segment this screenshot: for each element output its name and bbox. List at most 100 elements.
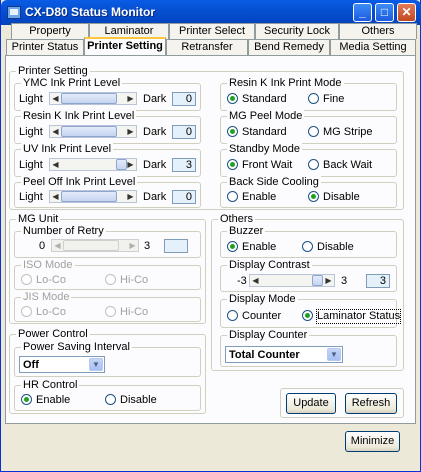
mg-peel-standard-radio[interactable] (227, 126, 238, 137)
slider-thumb[interactable] (312, 275, 323, 286)
display-mode-counter-label[interactable]: Counter (242, 310, 281, 323)
hr-enable-label[interactable]: Enable (36, 394, 70, 407)
display-mode-group: Display Mode Counter Laminator Status (220, 293, 402, 328)
power-saving-select[interactable]: Off ▼ (19, 356, 105, 373)
iso-loco-radio[interactable] (21, 274, 32, 285)
arrow-right-icon[interactable]: ▶ (125, 191, 136, 202)
buzzer-disable-radio[interactable] (302, 241, 313, 252)
maximize-window-button[interactable]: □ (375, 3, 394, 22)
cooling-enable-label[interactable]: Enable (242, 191, 276, 204)
light-label: Light (19, 93, 43, 105)
tab-bend-remedy[interactable]: Bend Remedy (248, 39, 330, 55)
ymc-level-slider[interactable]: ◀ ▶ (49, 92, 137, 105)
resin-mode-standard-label[interactable]: Standard (242, 93, 287, 106)
standby-mode-label: Standby Mode (227, 143, 302, 155)
resin-mode-fine-radio[interactable] (308, 93, 319, 104)
action-buttons-group: Update Refresh (280, 388, 404, 418)
hr-enable-radio[interactable] (21, 394, 32, 405)
tab-retransfer[interactable]: Retransfer (166, 39, 248, 55)
chevron-down-icon[interactable]: ▼ (89, 358, 103, 371)
jis-loco-radio[interactable] (21, 306, 32, 317)
display-counter-label: Display Counter (227, 329, 310, 341)
tab-others[interactable]: Others (339, 23, 417, 39)
mg-peel-stripe-radio[interactable] (308, 126, 319, 137)
slider-thumb[interactable] (61, 93, 117, 104)
window-title: CX-D80 Status Monitor (25, 5, 156, 19)
cooling-enable-radio[interactable] (227, 191, 238, 202)
ymc-level-group: YMC Ink Print Level Light ◀ ▶ Dark 0 (14, 77, 201, 111)
chevron-down-icon[interactable]: ▼ (327, 348, 341, 361)
tab-printer-status[interactable]: Printer Status (6, 39, 84, 55)
update-button[interactable]: Update (286, 393, 336, 414)
tab-security-lock[interactable]: Security Lock (255, 23, 339, 39)
uv-level-slider[interactable]: ◀ ▶ (49, 158, 137, 171)
iso-mode-group: ISO Mode Lo-Co Hi-Co (14, 259, 201, 290)
mg-peel-standard-label[interactable]: Standard (242, 126, 287, 139)
peel-off-level-slider[interactable]: ◀ ▶ (49, 190, 137, 203)
app-icon (7, 6, 21, 19)
arrow-left-icon[interactable]: ◀ (50, 126, 61, 137)
display-mode-counter-radio[interactable] (227, 310, 238, 321)
slider-thumb[interactable] (61, 126, 117, 137)
buzzer-enable-label[interactable]: Enable (242, 241, 276, 254)
arrow-right-icon[interactable]: ▶ (127, 240, 138, 251)
arrow-left-icon[interactable]: ◀ (50, 93, 61, 104)
arrow-left-icon[interactable]: ◀ (50, 159, 61, 170)
mg-unit-label: MG Unit (16, 213, 61, 225)
jis-hico-label[interactable]: Hi-Co (120, 306, 148, 319)
number-of-retry-group: Number of Retry 0 ◀ ▶ 3 (14, 225, 201, 258)
resin-mode-standard-radio[interactable] (227, 93, 238, 104)
minimize-button[interactable]: Minimize (345, 431, 400, 452)
resin-k-level-group: Resin K Ink Print Level Light ◀ ▶ Dark 0 (14, 110, 201, 144)
close-window-button[interactable]: ✕ (397, 3, 416, 22)
hr-disable-label[interactable]: Disable (120, 394, 157, 407)
printer-setting-label: Printer Setting (16, 65, 90, 77)
cooling-disable-radio[interactable] (308, 191, 319, 202)
tab-media-setting[interactable]: Media Setting (330, 39, 416, 55)
display-mode-laminator-label[interactable]: Laminator Status (315, 309, 402, 324)
arrow-left-icon[interactable]: ◀ (50, 191, 61, 202)
standby-back-wait-label[interactable]: Back Wait (323, 159, 372, 172)
power-saving-label: Power Saving Interval (21, 341, 132, 353)
iso-loco-label[interactable]: Lo-Co (36, 274, 66, 287)
buzzer-label: Buzzer (227, 225, 266, 237)
mg-peel-stripe-label[interactable]: MG Stripe (323, 126, 373, 139)
iso-hico-radio[interactable] (105, 274, 116, 285)
arrow-left-icon[interactable]: ◀ (250, 275, 261, 286)
arrow-left-icon[interactable]: ◀ (52, 240, 63, 251)
standby-front-wait-radio[interactable] (227, 159, 238, 170)
title-bar[interactable]: CX-D80 Status Monitor _ □ ✕ (1, 0, 421, 25)
buzzer-enable-radio[interactable] (227, 241, 238, 252)
arrow-right-icon[interactable]: ▶ (323, 275, 334, 286)
display-mode-laminator-radio[interactable] (302, 310, 313, 321)
retry-slider[interactable]: ◀ ▶ (51, 239, 139, 252)
buzzer-group: Buzzer Enable Disable (220, 225, 397, 258)
arrow-right-icon[interactable]: ▶ (125, 126, 136, 137)
dark-label: Dark (143, 126, 167, 138)
standby-back-wait-radio[interactable] (308, 159, 319, 170)
tab-printer-setting[interactable]: Printer Setting (84, 37, 166, 55)
buzzer-disable-label[interactable]: Disable (317, 241, 354, 254)
cooling-disable-label[interactable]: Disable (323, 191, 360, 204)
standby-front-wait-label[interactable]: Front Wait (242, 159, 292, 172)
hr-disable-radio[interactable] (105, 394, 116, 405)
slider-thumb[interactable] (63, 240, 119, 251)
tab-property[interactable]: Property (11, 23, 89, 39)
minimize-window-button[interactable]: _ (353, 3, 372, 22)
slider-thumb[interactable] (61, 191, 117, 202)
tab-printer-select[interactable]: Printer Select (169, 23, 255, 39)
power-control-group: Power Control Power Saving Interval Off … (9, 328, 206, 414)
contrast-slider[interactable]: ◀ ▶ (249, 274, 335, 287)
display-contrast-group: Display Contrast -3 ◀ ▶ 3 3 (220, 259, 397, 292)
resin-k-level-slider[interactable]: ◀ ▶ (49, 125, 137, 138)
resin-mode-fine-label[interactable]: Fine (323, 93, 344, 106)
refresh-button[interactable]: Refresh (345, 393, 397, 414)
display-counter-select[interactable]: Total Counter ▼ (225, 346, 343, 363)
arrow-right-icon[interactable]: ▶ (125, 93, 136, 104)
others-label: Others (218, 213, 256, 225)
arrow-right-icon[interactable]: ▶ (125, 159, 136, 170)
iso-hico-label[interactable]: Hi-Co (120, 274, 148, 287)
jis-loco-label[interactable]: Lo-Co (36, 306, 66, 319)
number-of-retry-label: Number of Retry (21, 225, 106, 237)
jis-hico-radio[interactable] (105, 306, 116, 317)
